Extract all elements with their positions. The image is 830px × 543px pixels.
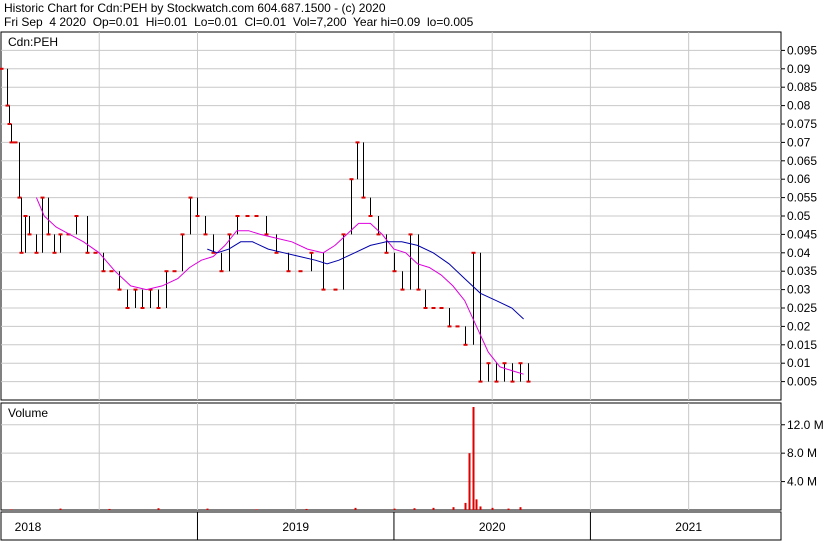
x-axis: 2018 2019 2020 2021 bbox=[15, 512, 702, 540]
price-y-axis: 0.095 0.09 0.085 0.08 0.075 0.07 0.065 0.06 0.05… bbox=[781, 43, 817, 389]
price-tick-label: 0.05 bbox=[787, 209, 811, 223]
year-label: 2020 bbox=[479, 520, 506, 534]
volume-grid bbox=[1, 403, 781, 510]
price-bars bbox=[0, 67, 531, 383]
price-tick-label: 0.01 bbox=[787, 356, 811, 370]
volume-tick-label: 12.0 M bbox=[787, 418, 824, 432]
volume-panel-frame bbox=[0, 402, 782, 511]
x-axis-frame bbox=[0, 511, 782, 541]
price-tick-label: 0.02 bbox=[787, 319, 811, 333]
price-tick-label: 0.095 bbox=[787, 43, 817, 57]
ma-short-line bbox=[35, 197, 524, 375]
price-tick-label: 0.04 bbox=[787, 246, 811, 260]
price-grid bbox=[1, 32, 781, 400]
price-tick-label: 0.015 bbox=[787, 338, 817, 352]
price-tick-label: 0.07 bbox=[787, 135, 811, 149]
volume-tick-label: 8.0 M bbox=[787, 446, 817, 460]
price-tick-label: 0.09 bbox=[787, 62, 811, 76]
year-label: 2019 bbox=[282, 520, 309, 534]
price-tick-label: 0.085 bbox=[787, 80, 817, 94]
volume-tick-label: 4.0 M bbox=[787, 475, 817, 489]
volume-bars bbox=[10, 407, 522, 510]
price-tick-label: 0.065 bbox=[787, 154, 817, 168]
price-panel-title: Cdn:PEH bbox=[8, 35, 58, 49]
price-tick-label: 0.055 bbox=[787, 191, 817, 205]
year-label: 2018 bbox=[15, 520, 42, 534]
price-tick-label: 0.08 bbox=[787, 99, 811, 113]
price-tick-label: 0.075 bbox=[787, 117, 817, 131]
price-tick-label: 0.06 bbox=[787, 172, 811, 186]
price-tick-label: 0.025 bbox=[787, 301, 817, 315]
volume-panel-title: Volume bbox=[8, 406, 48, 420]
year-label: 2021 bbox=[675, 520, 702, 534]
stock-chart: Cdn:PEH 0.095 0.09 0.085 0.08 0.075 0.07 0.065… bbox=[0, 31, 824, 541]
price-tick-label: 0.035 bbox=[787, 264, 817, 278]
price-tick-label: 0.005 bbox=[787, 375, 817, 389]
volume-y-axis: 12.0 M 8.0 M 4.0 M bbox=[781, 418, 824, 489]
ma-long-line bbox=[207, 241, 524, 320]
price-tick-label: 0.045 bbox=[787, 227, 817, 241]
price-tick-label: 0.03 bbox=[787, 283, 811, 297]
